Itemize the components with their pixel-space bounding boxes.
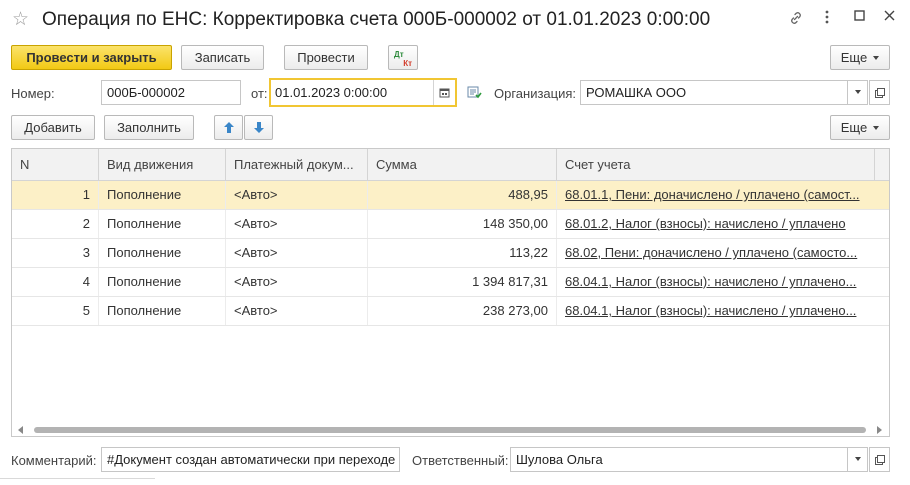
fill-button[interactable]: Заполнить [104, 115, 194, 140]
chevron-down-icon [854, 457, 861, 462]
table-header: N Вид движения Платежный докум... Сумма … [12, 149, 889, 181]
row-movement: Пополнение [99, 239, 226, 267]
chevron-down-icon [873, 55, 880, 60]
kt-label: Кт [403, 59, 412, 68]
save-button[interactable]: Записать [181, 45, 264, 70]
row-account-link[interactable]: 68.01.1, Пени: доначислено / уплачено (с… [557, 181, 877, 209]
row-account-link[interactable]: 68.04.1, Налог (взносы): начислено / упл… [557, 268, 877, 296]
row-account-link[interactable]: 68.04.1, Налог (взносы): начислено / упл… [557, 297, 877, 325]
column-header-account[interactable]: Счет учета [557, 149, 875, 181]
arrow-up-icon [223, 122, 234, 133]
chevron-down-icon [873, 125, 880, 130]
organization-label: Организация: [494, 86, 577, 101]
column-header-amount[interactable]: Сумма [368, 149, 557, 181]
organization-dropdown[interactable] [847, 80, 868, 105]
row-amount: 113,22 [368, 239, 557, 267]
row-amount: 1 394 817,31 [368, 268, 557, 296]
chevron-down-icon [854, 90, 861, 95]
open-form-icon[interactable] [869, 447, 890, 472]
date-field[interactable]: 01.01.2023 0:00:00 [269, 78, 457, 107]
table-row[interactable]: 5 Пополнение <Авто> 238 273,00 68.04.1, … [12, 297, 889, 326]
row-number: 2 [12, 210, 99, 238]
scroll-right-icon[interactable] [877, 426, 882, 434]
responsible-label: Ответственный: [412, 453, 509, 468]
move-up-button[interactable] [214, 115, 243, 140]
row-amount: 148 350,00 [368, 210, 557, 238]
comment-field[interactable]: #Документ создан автоматически при перех… [101, 447, 400, 472]
movements-table[interactable]: N Вид движения Платежный докум... Сумма … [11, 148, 890, 437]
horizontal-scrollbar[interactable] [12, 423, 889, 436]
row-payment-doc: <Авто> [226, 297, 368, 325]
window-title: Операция по ЕНС: Корректировка счета 000… [42, 9, 711, 30]
dt-label: Дт [394, 50, 404, 59]
column-header-n[interactable]: N [12, 149, 99, 181]
row-number: 5 [12, 297, 99, 325]
vertical-dots-icon[interactable] [817, 10, 837, 24]
link-icon[interactable] [786, 10, 806, 26]
star-outline-icon[interactable]: ☆ [12, 10, 29, 30]
divider [0, 478, 155, 485]
table-more-button[interactable]: Еще [830, 115, 890, 140]
table-row[interactable]: 4 Пополнение <Авто> 1 394 817,31 68.04.1… [12, 268, 889, 297]
row-payment-doc: <Авто> [226, 210, 368, 238]
arrow-down-icon [253, 122, 264, 133]
row-movement: Пополнение [99, 268, 226, 296]
scroll-left-icon[interactable] [18, 426, 23, 434]
more-label: Еще [840, 50, 868, 65]
row-movement: Пополнение [99, 210, 226, 238]
row-amount: 488,95 [368, 181, 557, 209]
row-amount: 238 273,00 [368, 297, 557, 325]
column-header-payment-doc[interactable]: Платежный докум... [226, 149, 368, 181]
table-more-label: Еще [840, 120, 868, 135]
move-down-button[interactable] [244, 115, 273, 140]
row-payment-doc: <Авто> [226, 181, 368, 209]
row-payment-doc: <Авто> [226, 268, 368, 296]
date-value: 01.01.2023 0:00:00 [275, 85, 388, 100]
organization-field[interactable]: РОМАШКА ООО [580, 80, 848, 105]
number-field[interactable]: 000Б-000002 [101, 80, 241, 105]
maximize-icon[interactable] [849, 10, 869, 21]
add-row-button[interactable]: Добавить [11, 115, 95, 140]
responsible-field[interactable]: Шулова Ольга [510, 447, 848, 472]
open-form-icon[interactable] [869, 80, 890, 105]
scrollbar-thumb[interactable] [34, 427, 866, 433]
dt-kt-button[interactable]: Дт Кт [388, 45, 418, 70]
row-account-link[interactable]: 68.01.2, Налог (взносы): начислено / упл… [557, 210, 877, 238]
row-number: 4 [12, 268, 99, 296]
row-account-link[interactable]: 68.02, Пени: доначислено / уплачено (сам… [557, 239, 877, 267]
table-row[interactable]: 2 Пополнение <Авто> 148 350,00 68.01.2, … [12, 210, 889, 239]
document-post-icon[interactable] [467, 86, 482, 102]
post-and-close-button[interactable]: Провести и закрыть [11, 45, 172, 70]
close-icon[interactable] [879, 10, 899, 21]
more-button[interactable]: Еще [830, 45, 890, 70]
row-payment-doc: <Авто> [226, 239, 368, 267]
calendar-icon[interactable] [433, 80, 455, 105]
post-button[interactable]: Провести [284, 45, 368, 70]
row-movement: Пополнение [99, 297, 226, 325]
column-header-movement[interactable]: Вид движения [99, 149, 226, 181]
table-row[interactable]: 3 Пополнение <Авто> 113,22 68.02, Пени: … [12, 239, 889, 268]
number-label: Номер: [11, 86, 55, 101]
table-row[interactable]: 1 Пополнение <Авто> 488,95 68.01.1, Пени… [12, 181, 889, 210]
row-number: 3 [12, 239, 99, 267]
row-number: 1 [12, 181, 99, 209]
comment-label: Комментарий: [11, 453, 97, 468]
title-bar: ☆ Операция по ЕНС: Корректировка счета 0… [0, 0, 910, 42]
responsible-dropdown[interactable] [847, 447, 868, 472]
date-label: от: [251, 86, 268, 101]
row-movement: Пополнение [99, 181, 226, 209]
